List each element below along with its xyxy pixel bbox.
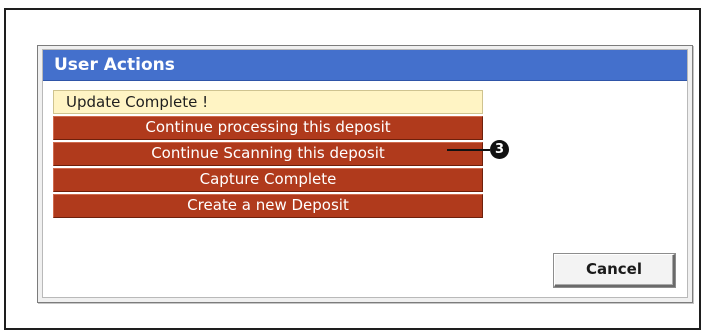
continue-scanning-button[interactable]: Continue Scanning this deposit — [53, 142, 483, 166]
create-new-deposit-button[interactable]: Create a new Deposit — [53, 194, 483, 218]
dialog-title: User Actions — [54, 55, 175, 75]
cancel-button[interactable]: Cancel — [554, 254, 675, 287]
status-message: Update Complete ! — [53, 90, 483, 114]
callout-number-badge: 3 — [490, 140, 509, 159]
callout-leader-line — [447, 149, 490, 151]
continue-processing-button[interactable]: Continue processing this deposit — [53, 116, 483, 140]
action-list: Update Complete ! Continue processing th… — [53, 90, 483, 220]
dialog-title-bar: User Actions — [43, 50, 687, 81]
capture-complete-button[interactable]: Capture Complete — [53, 168, 483, 192]
